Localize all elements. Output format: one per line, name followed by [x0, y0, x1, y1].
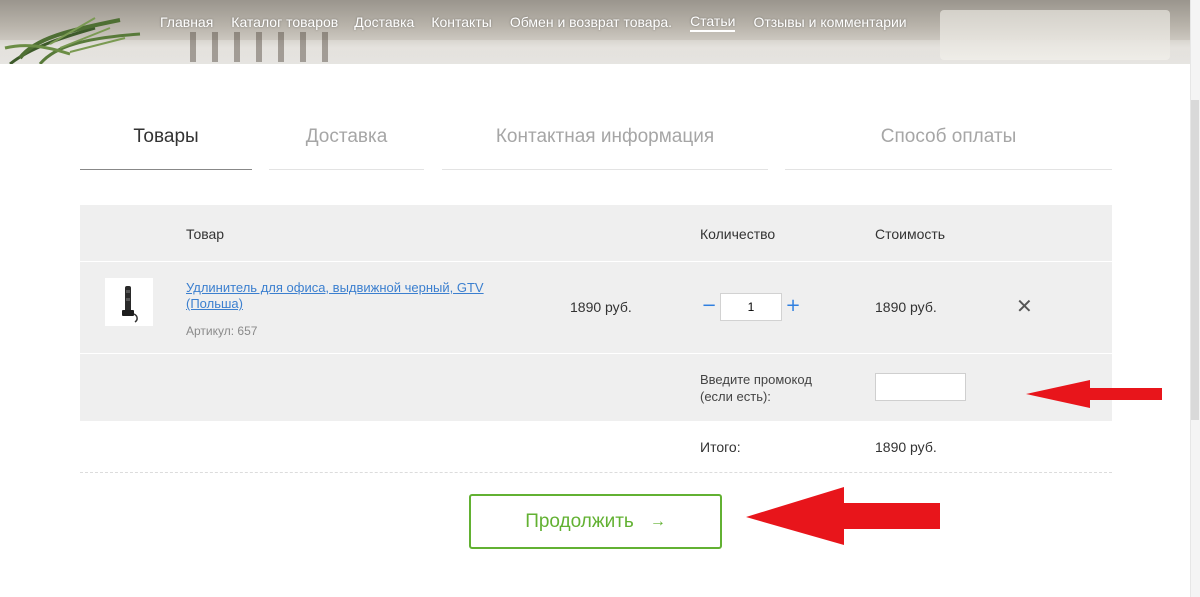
checkout-steps: Товары Доставка Контактная информация Сп… — [80, 110, 1112, 172]
tab-products[interactable]: Товары — [80, 110, 252, 170]
main-nav: Главная Каталог товаров Доставка Контакт… — [160, 6, 907, 38]
cart-table: Товар Количество Стоимость Удлинитель дл… — [80, 205, 1112, 473]
red-annotation-arrow-promo — [1026, 380, 1162, 408]
promo-code-label: Введите промокод (если есть): — [700, 372, 812, 404]
nav-item-reviews[interactable]: Отзывы и комментарии — [753, 14, 906, 30]
nav-item-articles[interactable]: Статьи — [690, 13, 736, 32]
banner-sofa — [940, 10, 1170, 60]
tab-contact-info[interactable]: Контактная информация — [442, 110, 768, 170]
quantity-stepper: − + — [700, 292, 802, 322]
total-value: 1890 руб. — [875, 439, 937, 455]
promo-code-input[interactable] — [875, 373, 966, 401]
arrow-right-icon: → — [649, 512, 666, 530]
nav-item-contacts[interactable]: Контакты — [431, 14, 491, 30]
quantity-input[interactable] — [720, 293, 782, 321]
header-banner: Главная Каталог товаров Доставка Контакт… — [0, 0, 1190, 64]
cart-item-row: Удлинитель для офиса, выдвижной черный, … — [80, 261, 1112, 353]
cart-header-row: Товар Количество Стоимость — [80, 205, 1112, 261]
palm-plant-image — [4, 17, 141, 64]
total-label: Итого: — [700, 439, 741, 455]
nav-item-delivery[interactable]: Доставка — [354, 14, 414, 30]
nav-item-home[interactable]: Главная — [160, 14, 213, 30]
tab-payment-method[interactable]: Способ оплаты — [785, 110, 1112, 170]
item-cost: 1890 руб. — [875, 299, 937, 315]
red-annotation-arrow-continue — [746, 487, 940, 545]
header-product: Товар — [186, 226, 225, 242]
promo-code-row: Введите промокод (если есть): — [80, 353, 1112, 421]
header-quantity: Количество — [700, 226, 776, 242]
scrollbar-thumb[interactable] — [1191, 100, 1199, 420]
product-name-link[interactable]: Удлинитель для офиса, выдвижной черный, … — [186, 280, 486, 312]
product-thumbnail[interactable] — [105, 278, 153, 326]
page-scrollbar[interactable] — [1190, 0, 1200, 597]
nav-item-catalog[interactable]: Каталог товаров — [231, 14, 338, 30]
tab-delivery[interactable]: Доставка — [269, 110, 424, 170]
continue-button-label: Продолжить — [525, 510, 634, 532]
header-cost: Стоимость — [875, 226, 946, 242]
continue-button[interactable]: Продолжить → — [469, 494, 722, 549]
nav-item-returns[interactable]: Обмен и возврат товара. — [510, 14, 672, 30]
product-sku: Артикул: 657 — [186, 324, 258, 338]
unit-price: 1890 руб. — [570, 299, 632, 315]
extension-socket-image — [122, 286, 138, 323]
remove-item-close-icon[interactable]: ✕ — [1016, 294, 1033, 318]
total-row: Итого: 1890 руб. — [80, 421, 1112, 473]
quantity-increase-button[interactable]: + — [784, 292, 802, 322]
quantity-decrease-button[interactable]: − — [700, 292, 718, 322]
